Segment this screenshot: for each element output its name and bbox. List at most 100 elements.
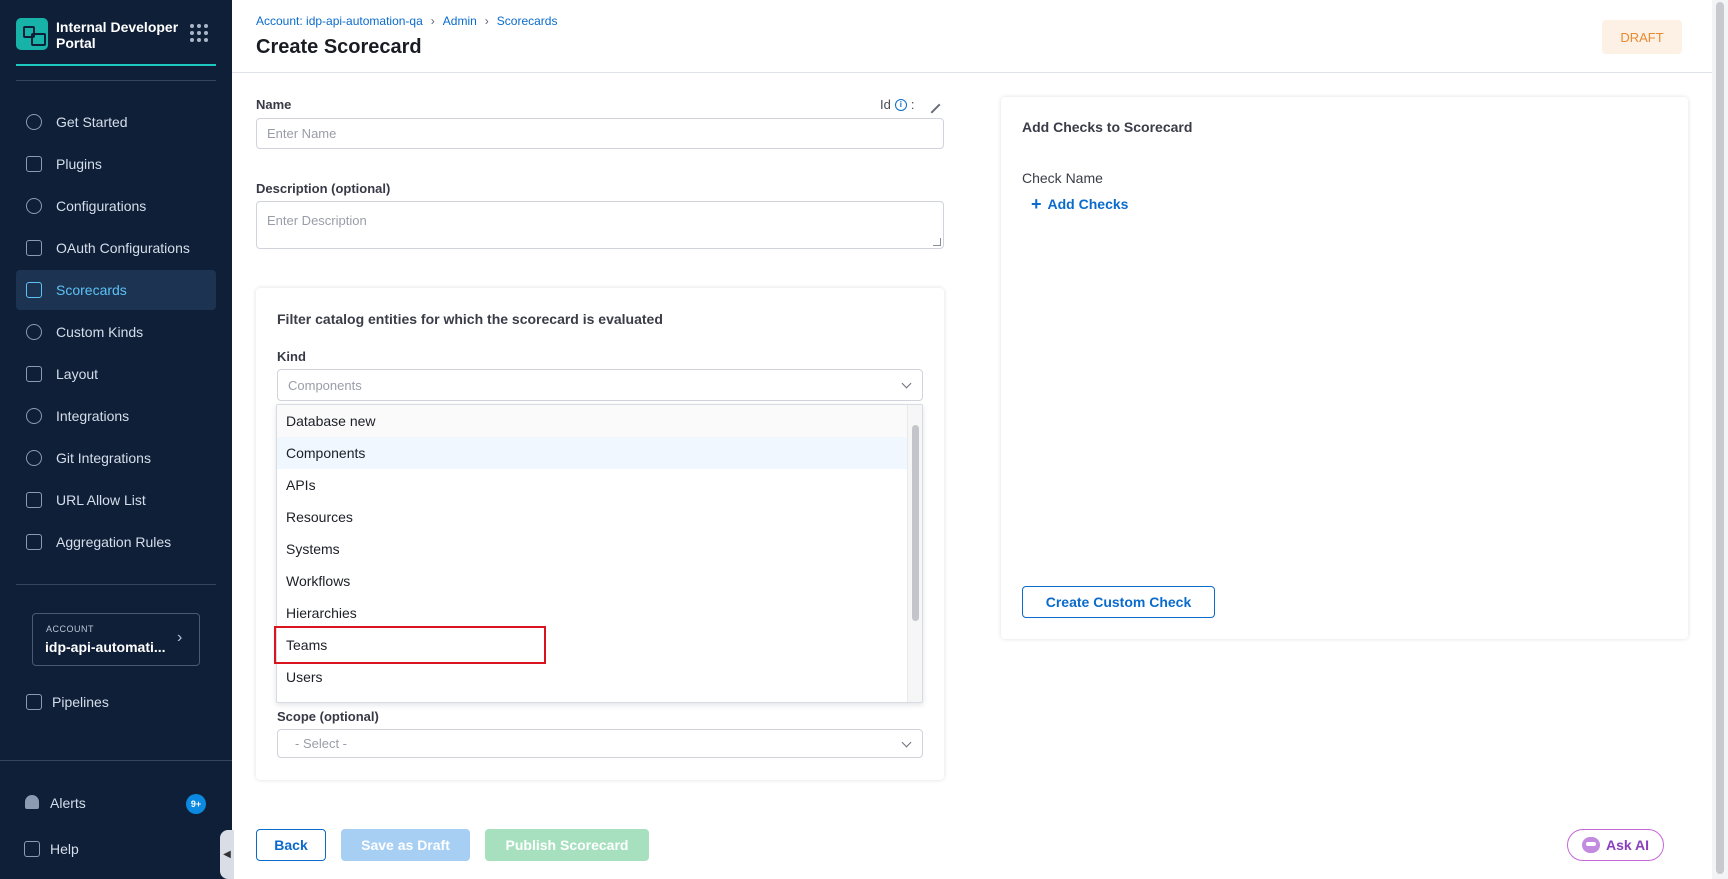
sidebar-item-label: Get Started <box>56 114 128 130</box>
scope-select[interactable]: - Select - <box>277 729 923 758</box>
breadcrumb: Account: idp-api-automation-qa › Admin ›… <box>256 14 557 28</box>
sidebar: Internal Developer Portal Get Started Pl… <box>0 0 232 879</box>
sidebar-item-label: Git Integrations <box>56 450 151 466</box>
chevron-right-icon: › <box>430 14 435 28</box>
name-placeholder: Enter Name <box>267 126 337 141</box>
sidebar-item-help[interactable]: Help <box>14 829 214 869</box>
kind-option-hierarchies[interactable]: Hierarchies <box>277 597 907 629</box>
account-switcher[interactable]: ACCOUNT idp-api-automati... › <box>32 613 200 666</box>
sidebar-item-label: Custom Kinds <box>56 324 144 340</box>
kind-option-apis[interactable]: APIs <box>277 469 907 501</box>
alerts-count-badge: 9+ <box>186 794 206 814</box>
name-input[interactable]: Enter Name <box>256 118 944 149</box>
id-row: Id i : <box>880 96 941 113</box>
filter-card-title: Filter catalog entities for which the sc… <box>277 311 663 327</box>
dropdown-scrollbar[interactable] <box>907 405 922 702</box>
sidebar-item-layout[interactable]: Layout <box>16 354 216 394</box>
check-name-header: Check Name <box>1022 170 1103 186</box>
sidebar-item-alerts[interactable]: Alerts 9+ <box>14 783 214 823</box>
play-circle-icon <box>26 114 42 130</box>
id-label: Id <box>880 97 891 112</box>
sidebar-item-pipelines[interactable]: Pipelines <box>16 682 216 722</box>
sidebar-item-get-started[interactable]: Get Started <box>16 102 216 142</box>
gear-icon <box>26 198 42 214</box>
page-scrollbar-thumb[interactable] <box>1716 2 1724 874</box>
chevron-down-icon <box>901 378 912 389</box>
id-separator: : <box>910 97 915 112</box>
idp-logo-icon <box>16 18 48 50</box>
pencil-icon[interactable] <box>923 96 941 113</box>
sidebar-item-scorecards[interactable]: Scorecards <box>16 270 216 310</box>
checks-card-title: Add Checks to Scorecard <box>1022 119 1193 135</box>
app-switcher-icon[interactable] <box>190 24 208 42</box>
name-label: Name <box>256 97 292 112</box>
plus-icon: + <box>1031 194 1042 214</box>
kind-option-resources[interactable]: Resources <box>277 501 907 533</box>
sidebar-item-custom-kinds[interactable]: Custom Kinds <box>16 312 216 352</box>
sidebar-item-plugins[interactable]: Plugins <box>16 144 216 184</box>
page-header: Account: idp-api-automation-qa › Admin ›… <box>232 0 1712 73</box>
kind-option-workflows[interactable]: Workflows <box>277 565 907 597</box>
save-as-draft-button[interactable]: Save as Draft <box>341 829 470 861</box>
kind-select[interactable]: Components <box>277 369 923 401</box>
sidebar-divider <box>0 760 232 761</box>
resize-handle-icon[interactable] <box>933 238 941 246</box>
sidebar-item-label: Scorecards <box>56 282 127 298</box>
publish-scorecard-button[interactable]: Publish Scorecard <box>485 829 649 861</box>
link-icon <box>26 492 42 508</box>
sidebar-item-label: Aggregation Rules <box>56 534 172 550</box>
breadcrumb-account[interactable]: Account: idp-api-automation-qa <box>256 14 423 28</box>
brand[interactable]: Internal Developer Portal <box>16 18 216 66</box>
ask-ai-button[interactable]: Ask AI <box>1567 829 1664 861</box>
integration-icon <box>26 408 42 424</box>
sidebar-item-git-integrations[interactable]: Git Integrations <box>16 438 216 478</box>
add-checks-label: Add Checks <box>1047 196 1129 212</box>
description-label: Description (optional) <box>256 181 391 196</box>
description-textarea[interactable]: Enter Description <box>256 201 944 249</box>
sidebar-item-integrations[interactable]: Integrations <box>16 396 216 436</box>
chevron-right-icon: › <box>484 14 489 28</box>
sidebar-item-label: Plugins <box>56 156 102 172</box>
sidebar-collapse-toggle[interactable]: ◀ <box>220 830 234 879</box>
account-tag: ACCOUNT <box>46 624 94 634</box>
page-title: Create Scorecard <box>256 36 422 58</box>
lock-icon <box>26 240 42 256</box>
bell-icon <box>25 795 39 809</box>
kind-option-users[interactable]: Users <box>277 661 907 693</box>
git-icon <box>26 450 42 466</box>
sidebar-item-label: Integrations <box>56 408 130 424</box>
back-button[interactable]: Back <box>256 829 326 861</box>
sidebar-scroll-edge <box>16 78 216 81</box>
sidebar-item-configurations[interactable]: Configurations <box>16 186 216 226</box>
create-custom-check-button[interactable]: Create Custom Check <box>1022 586 1215 618</box>
scope-label: Scope (optional) <box>277 709 379 724</box>
sidebar-nav: Get Started Plugins Configurations OAuth… <box>16 102 216 564</box>
sidebar-item-aggregation-rules[interactable]: Aggregation Rules <box>16 522 216 562</box>
dropdown-scrollbar-thumb[interactable] <box>912 425 919 621</box>
description-placeholder: Enter Description <box>267 213 367 228</box>
teams-highlight-box <box>274 626 546 664</box>
kind-option-components[interactable]: Components <box>277 437 907 469</box>
help-icon <box>24 841 40 857</box>
settings-icon <box>26 324 42 340</box>
breadcrumb-scorecards[interactable]: Scorecards <box>497 14 558 28</box>
account-name: idp-api-automati... <box>45 639 166 655</box>
sidebar-item-label: Layout <box>56 366 99 382</box>
breadcrumb-admin[interactable]: Admin <box>443 14 477 28</box>
kind-option-systems[interactable]: Systems <box>277 533 907 565</box>
page-scrollbar[interactable] <box>1712 0 1728 879</box>
sidebar-item-label: Configurations <box>56 198 147 214</box>
status-badge: DRAFT <box>1602 20 1682 54</box>
sidebar-item-oauth-configurations[interactable]: OAuth Configurations <box>16 228 216 268</box>
layout-icon <box>26 366 42 382</box>
info-icon[interactable]: i <box>894 98 907 111</box>
sidebar-item-label: Help <box>50 841 79 857</box>
chart-icon <box>26 534 42 550</box>
chevron-down-icon <box>901 737 912 748</box>
plugin-icon <box>26 156 42 172</box>
sidebar-item-url-allow-list[interactable]: URL Allow List <box>16 480 216 520</box>
ask-ai-label: Ask AI <box>1605 837 1650 853</box>
kind-option-database-new[interactable]: Database new <box>277 405 907 437</box>
kind-label: Kind <box>277 349 306 364</box>
add-checks-button[interactable]: + Add Checks <box>1031 194 1129 214</box>
